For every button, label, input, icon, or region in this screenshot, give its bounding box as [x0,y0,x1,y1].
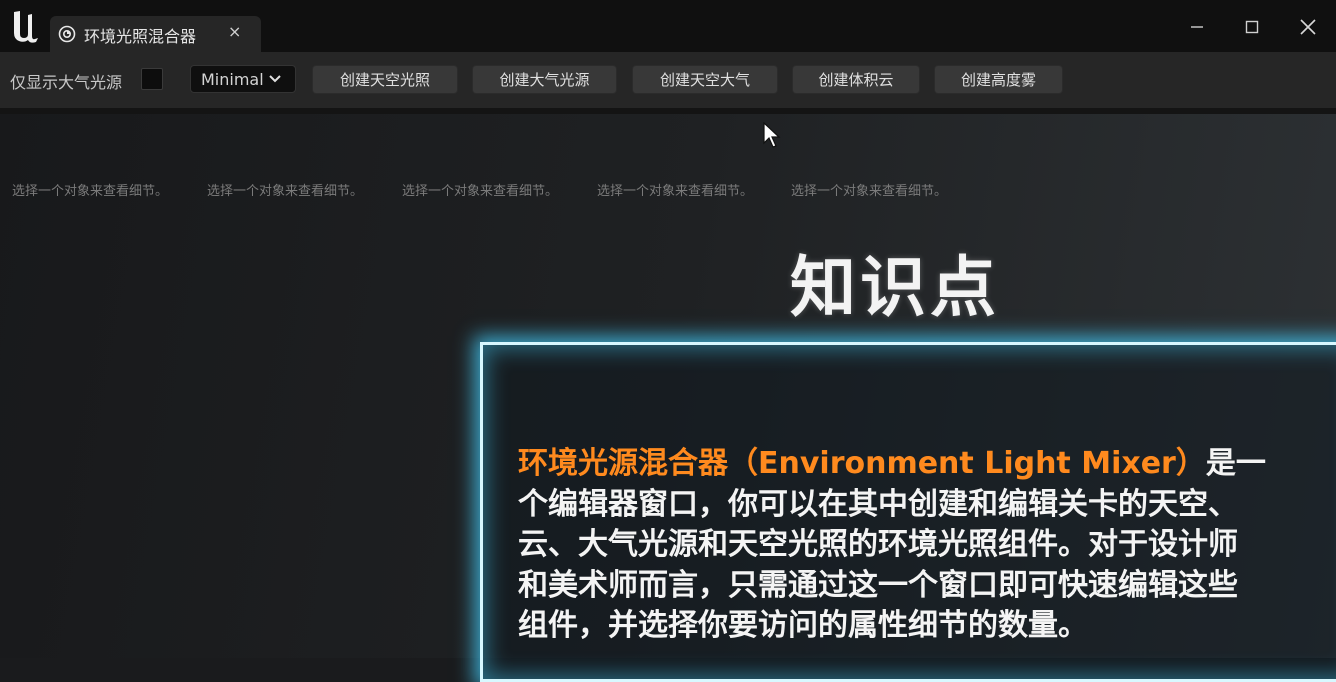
create-atmospheric-light-button[interactable]: 创建大气光源 [472,65,617,94]
tab-label: 环境光照混合器 [84,27,197,46]
detail-level-dropdown[interactable]: Minimal [190,65,296,93]
details-hint: 选择一个对象来查看细节。 [402,184,559,199]
text-line-3: 云、大气光源和天空光照的环境光照组件。对于设计师 [518,527,1238,562]
chevron-down-icon [269,75,281,83]
atmosphere-only-label: 仅显示大气光源 [10,73,123,92]
maximize-button[interactable] [1237,12,1267,42]
minimize-button[interactable] [1182,12,1212,42]
tab-environment-light-mixer[interactable]: 环境光照混合器 × [50,16,261,52]
text-line-1-tail: 是一 [1205,446,1266,481]
details-hint: 选择一个对象来查看细节。 [12,184,169,199]
mouse-cursor-icon [763,122,781,148]
details-hint: 选择一个对象来查看细节。 [207,184,364,199]
details-panel: 选择一个对象来查看细节。 选择一个对象来查看细节。 选择一个对象来查看细节。 选… [0,114,1336,682]
minimize-icon [1191,26,1203,28]
atmosphere-only-checkbox[interactable] [141,68,163,90]
title-bar: 环境光照混合器 × [0,0,1336,52]
unreal-logo-icon[interactable] [6,6,46,46]
create-sky-atmosphere-button[interactable]: 创建天空大气 [632,65,778,94]
maximize-icon [1245,20,1259,34]
text-line-1: 环境光源混合器（Environment Light Mixer）是一 [518,444,1318,485]
knowledge-point-text: 环境光源混合器（Environment Light Mixer）是一 个编辑器窗… [518,444,1318,647]
create-height-fog-button[interactable]: 创建高度雾 [934,65,1063,94]
knowledge-point-title: 知识点 [790,249,1000,326]
dropdown-value: Minimal [201,70,264,89]
close-icon [1300,19,1316,35]
text-line-4: 和美术师而言，只需通过这一个窗口即可快速编辑这些 [518,567,1238,603]
text-line-5: 组件，并选择你要访问的属性细节的数量。 [518,608,1088,643]
create-sky-light-button[interactable]: 创建天空光照 [312,65,458,94]
details-hint: 选择一个对象来查看细节。 [597,184,754,199]
create-volumetric-cloud-button[interactable]: 创建体积云 [792,65,920,94]
toolbar: 仅显示大气光源 Minimal 创建天空光照 创建大气光源 创建天空大气 创建体… [0,52,1336,108]
close-window-button[interactable] [1293,12,1323,42]
highlight-term: 环境光源混合器（Environment Light Mixer） [518,446,1206,481]
tab-close-button[interactable]: × [228,22,241,41]
text-line-2: 个编辑器窗口，你可以在其中创建和编辑关卡的天空、 [518,486,1238,522]
details-hint: 选择一个对象来查看细节。 [791,184,948,199]
light-mixer-icon [58,25,76,43]
